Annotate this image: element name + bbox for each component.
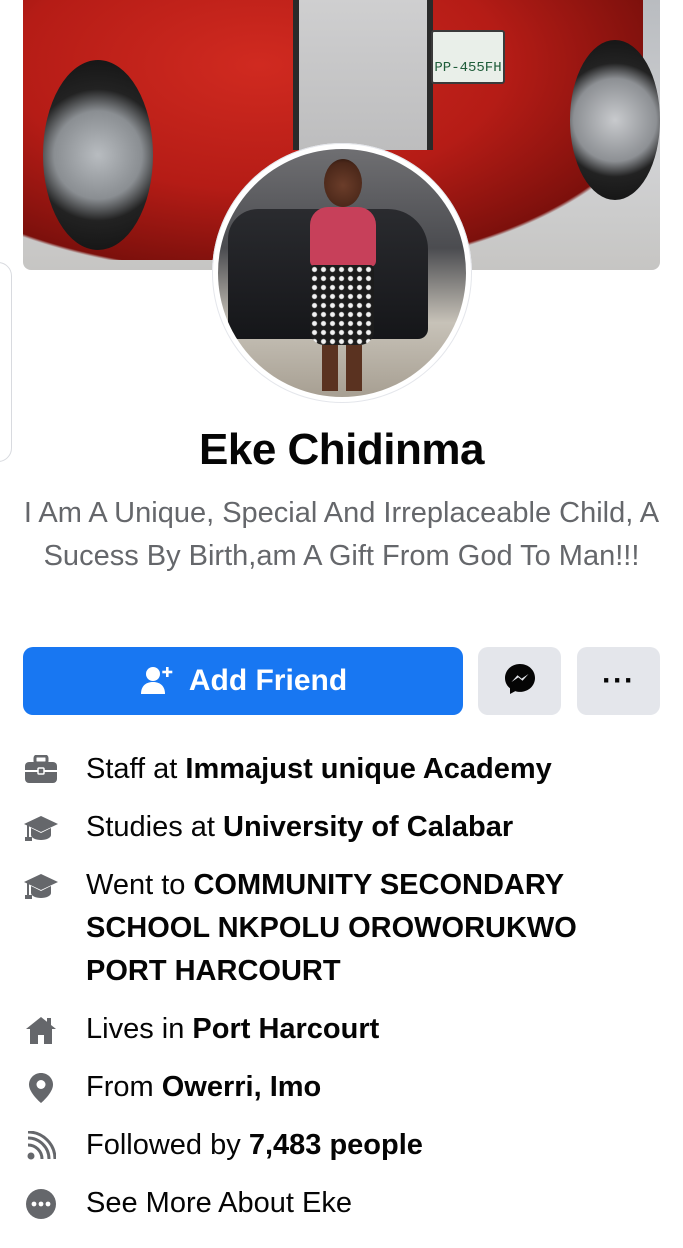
detail-from: From Owerri, Imo xyxy=(23,1066,663,1109)
location-pin-icon xyxy=(23,1070,59,1106)
detail-studies-prefix: Studies at xyxy=(86,811,224,843)
detail-work: Staff at Immajust unique Academy xyxy=(23,748,663,791)
more-options-button[interactable]: ··· xyxy=(577,647,660,715)
detail-followers-value[interactable]: 7,483 people xyxy=(249,1129,423,1161)
detail-from-value[interactable]: Owerri, Imo xyxy=(162,1071,322,1103)
profile-name: Eke Chidinma xyxy=(199,425,484,474)
intro-details: Staff at Immajust unique Academy Studies… xyxy=(23,748,663,1240)
home-icon xyxy=(23,1012,59,1048)
detail-lives-in: Lives in Port Harcourt xyxy=(23,1008,663,1051)
detail-followers: Followed by 7,483 people xyxy=(23,1124,663,1167)
messenger-icon xyxy=(503,662,537,701)
more-dots-icon xyxy=(23,1186,59,1222)
profile-actions: Add Friend ··· xyxy=(23,647,660,715)
profile-picture-frame[interactable] xyxy=(212,143,472,403)
avatar-person-skirt xyxy=(310,265,374,345)
profile-bio: I Am A Unique, Special And Irreplaceable… xyxy=(23,497,660,572)
message-button[interactable] xyxy=(478,647,561,715)
cover-license-plate: PP-455FH xyxy=(431,30,505,84)
detail-lives-prefix: Lives in xyxy=(86,1013,193,1045)
detail-school-prefix: Went to xyxy=(86,869,194,901)
detail-studies-value[interactable]: University of Calabar xyxy=(223,811,513,843)
avatar-person-top xyxy=(310,207,376,267)
rss-feed-icon xyxy=(23,1128,59,1164)
graduation-cap-icon xyxy=(23,810,59,846)
detail-work-value[interactable]: Immajust unique Academy xyxy=(185,753,551,785)
avatar-person-legs xyxy=(322,345,362,391)
detail-studies: Studies at University of Calabar xyxy=(23,806,663,849)
detail-lives-value[interactable]: Port Harcourt xyxy=(192,1013,379,1045)
detail-school: Went to COMMUNITY SECONDARY SCHOOL NKPOL… xyxy=(23,864,663,993)
see-more-about-label[interactable]: See More About Eke xyxy=(86,1187,352,1219)
cover-wheel-left xyxy=(43,60,153,250)
more-dots-icon: ··· xyxy=(602,664,635,697)
add-friend-button[interactable]: Add Friend xyxy=(23,647,463,715)
cover-wheel-right xyxy=(570,40,660,200)
profile-picture xyxy=(218,149,466,397)
cover-person xyxy=(293,0,433,150)
detail-from-prefix: From xyxy=(86,1071,162,1103)
detail-followers-prefix: Followed by xyxy=(86,1129,249,1161)
briefcase-icon xyxy=(23,752,59,788)
detail-work-prefix: Staff at xyxy=(86,753,186,785)
avatar-person-head xyxy=(324,159,362,207)
detail-see-more[interactable]: See More About Eke xyxy=(23,1182,663,1225)
add-friend-icon xyxy=(139,664,173,698)
graduation-cap-icon xyxy=(23,868,59,904)
add-friend-label: Add Friend xyxy=(188,664,348,697)
